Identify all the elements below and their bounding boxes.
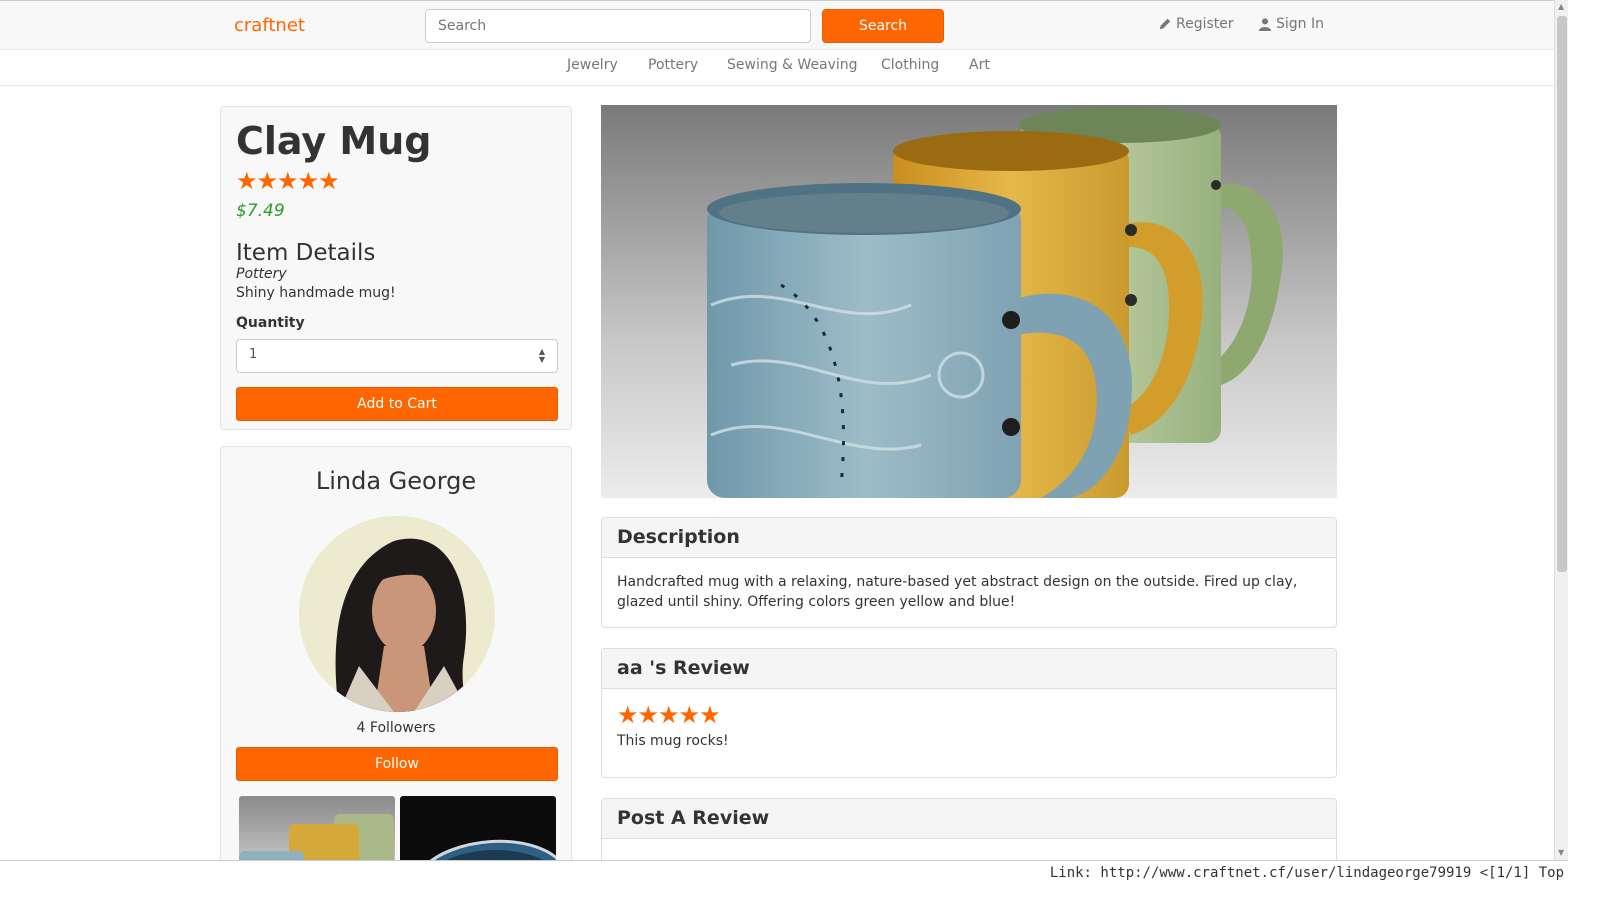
item-info-panel: Clay Mug ★★★★★ $7.49 Item Details Potter… <box>220 106 572 430</box>
search-button[interactable]: Search <box>822 9 944 43</box>
review-heading: aa 's Review <box>602 649 1336 689</box>
avatar[interactable] <box>299 516 495 712</box>
followers-count: 4 Followers <box>356 720 436 736</box>
category-clothing[interactable]: Clothing <box>881 57 939 73</box>
category-art[interactable]: Art <box>969 57 990 73</box>
scroll-down-icon[interactable]: ▼ <box>1558 848 1564 857</box>
follow-button[interactable]: Follow <box>236 747 558 781</box>
quantity-label: Quantity <box>236 315 305 331</box>
scrollbar-thumb[interactable] <box>1557 16 1567 572</box>
category-sewing-weaving[interactable]: Sewing & Weaving <box>727 57 858 73</box>
item-title: Clay Mug <box>236 119 432 163</box>
item-category: Pottery <box>236 266 287 282</box>
quantity-stepper[interactable]: 1 ▲ ▼ <box>236 339 558 373</box>
scroll-up-icon[interactable]: ▲ <box>1558 2 1564 11</box>
item-thumbnail[interactable] <box>400 796 556 865</box>
description-text: Handcrafted mug with a relaxing, nature-… <box>617 574 1298 610</box>
item-price: $7.49 <box>236 201 285 221</box>
quantity-value: 1 <box>249 347 258 362</box>
category-jewelry[interactable]: Jewelry <box>567 57 618 73</box>
item-details-heading: Item Details <box>236 240 376 266</box>
category-pottery[interactable]: Pottery <box>648 57 698 73</box>
register-label: Register <box>1176 16 1234 32</box>
sign-in-label: Sign In <box>1276 16 1324 32</box>
description-card: Description Handcrafted mug with a relax… <box>601 517 1337 628</box>
item-rating-stars: ★★★★★ <box>236 167 340 195</box>
search-input[interactable] <box>425 9 811 43</box>
top-navbar: craftnet Search Register Sign In <box>0 0 1554 50</box>
pencil-icon <box>1159 18 1171 30</box>
review-rating-stars: ★★★★★ <box>617 701 721 729</box>
browser-status-bar: Link: http://www.craftnet.cf/user/lindag… <box>0 860 1568 900</box>
register-link[interactable]: Register <box>1158 16 1234 32</box>
page-scrollbar[interactable]: ▲ ▼ <box>1554 0 1568 860</box>
post-review-card: Post A Review <box>601 798 1337 860</box>
sign-in-link[interactable]: Sign In <box>1258 16 1324 32</box>
post-review-heading: Post A Review <box>602 799 1336 839</box>
review-card: aa 's Review ★★★★★ This mug rocks! <box>601 648 1337 778</box>
item-thumbnail[interactable] <box>239 796 395 865</box>
add-to-cart-button[interactable]: Add to Cart <box>236 387 558 421</box>
item-main-image <box>601 105 1337 498</box>
description-heading: Description <box>602 518 1336 558</box>
user-icon <box>1258 18 1272 31</box>
category-nav: Jewelry Pottery Sewing & Weaving Clothin… <box>0 51 1554 86</box>
item-short-description: Shiny handmade mug! <box>236 285 396 301</box>
review-text: This mug rocks! <box>617 733 729 749</box>
brand-logo-link[interactable]: craftnet <box>234 15 305 36</box>
spinner-arrows-icon[interactable]: ▲ ▼ <box>539 348 545 364</box>
seller-panel: Linda George 4 Followers Follow <box>220 446 572 866</box>
window-edge <box>1568 0 1600 900</box>
seller-name: Linda George <box>315 467 477 495</box>
status-link-text: Link: http://www.craftnet.cf/user/lindag… <box>1049 865 1564 881</box>
